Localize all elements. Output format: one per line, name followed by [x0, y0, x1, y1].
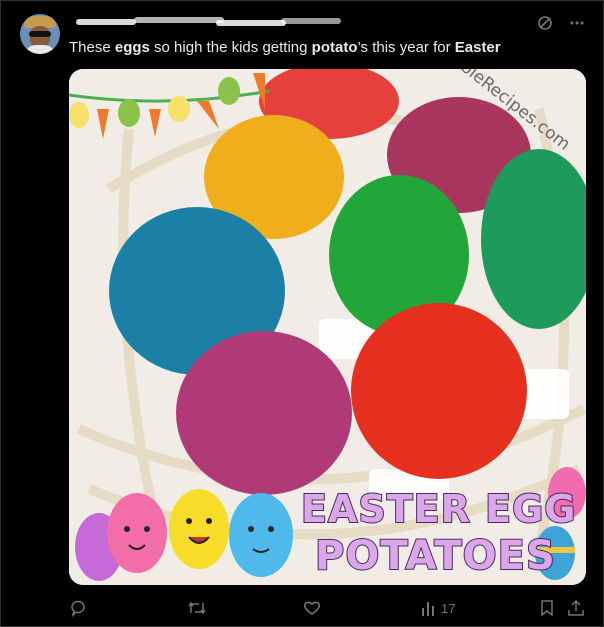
- post-text: These eggs so high the kids getting pota…: [69, 38, 589, 58]
- heart-icon: [304, 601, 320, 615]
- avatar[interactable]: [20, 14, 60, 54]
- post-text-bold: potato: [311, 39, 358, 56]
- post-text-segment: ’s this year for: [357, 39, 455, 56]
- redacted-username: [76, 16, 344, 32]
- post-text-segment: These: [69, 39, 115, 56]
- bookmark-button[interactable]: [539, 597, 555, 619]
- share-button[interactable]: [567, 597, 585, 619]
- bookmark-icon: [541, 600, 553, 617]
- avatar-shirt: [24, 45, 56, 54]
- post-header-actions: [536, 14, 586, 32]
- like-button[interactable]: [303, 597, 325, 619]
- repost-icon: [188, 601, 206, 615]
- post-text-bold: eggs: [114, 39, 150, 56]
- reply-icon: [71, 600, 85, 617]
- grok-icon[interactable]: [536, 14, 554, 32]
- reply-button[interactable]: [69, 597, 91, 619]
- post-image[interactable]: MyIncredibleRecipes.com EASTER EGG POTAT…: [69, 69, 586, 585]
- image-title-line1: EASTER EGG: [300, 486, 577, 532]
- repost-button[interactable]: [187, 597, 211, 619]
- image-title-line2: POTATOES: [314, 532, 556, 580]
- more-icon[interactable]: [568, 14, 586, 32]
- share-icon: [568, 599, 584, 616]
- view-count: 17: [441, 600, 456, 616]
- post-text-bold: Easter: [454, 39, 501, 56]
- post-text-segment: so high the kids getting: [149, 39, 312, 56]
- avatar-glasses: [29, 31, 51, 37]
- views-button[interactable]: 17: [421, 597, 455, 619]
- views-icon: [422, 602, 434, 616]
- post-actions: 17: [69, 597, 589, 619]
